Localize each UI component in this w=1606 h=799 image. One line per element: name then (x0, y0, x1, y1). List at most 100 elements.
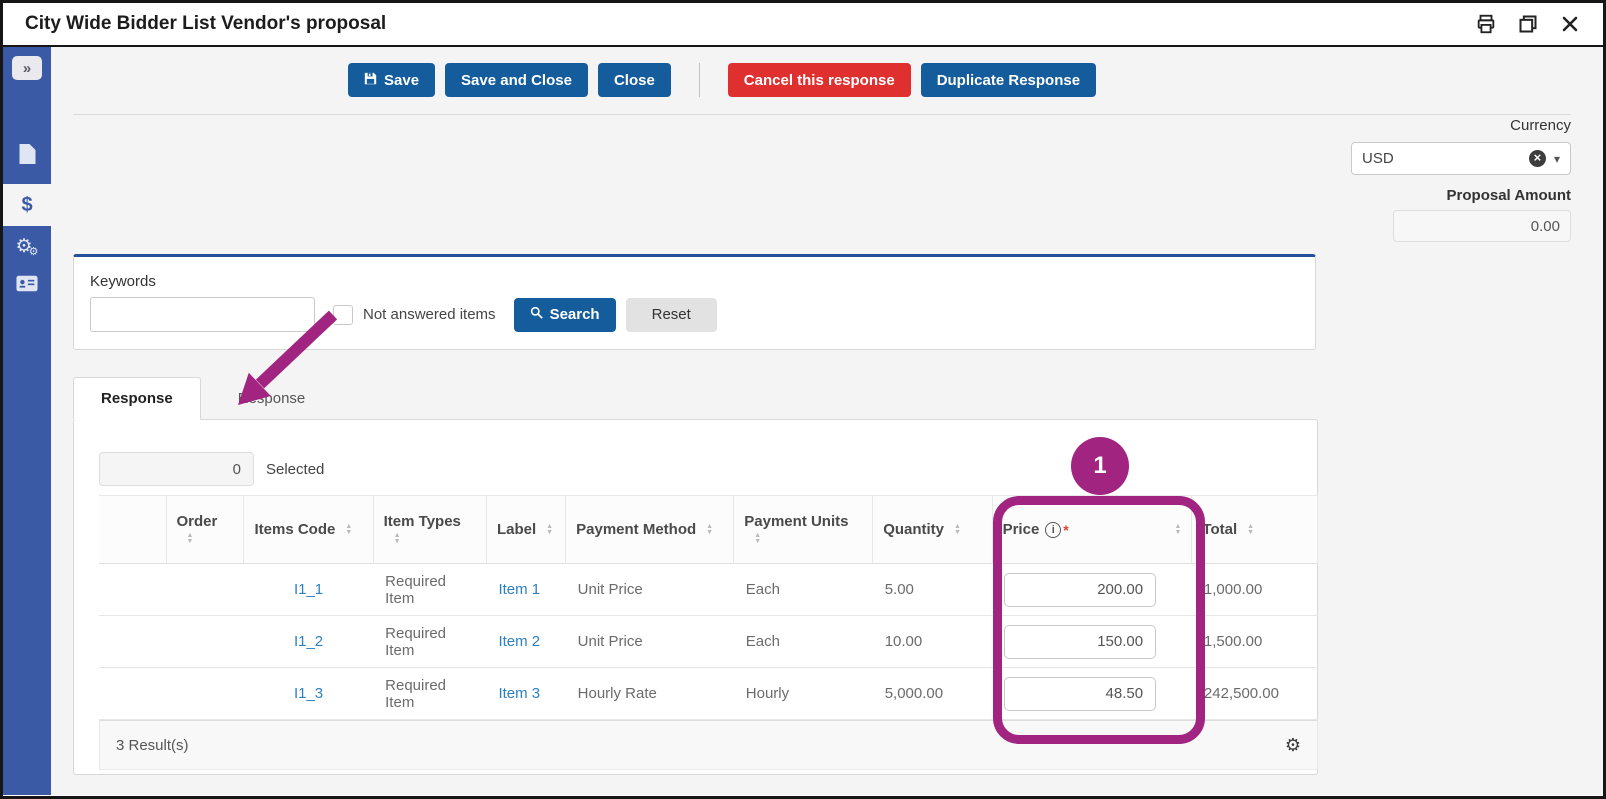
cell-price (992, 563, 1192, 616)
cell-price (992, 615, 1192, 668)
app-window: City Wide Bidder List Vendor's proposal … (0, 0, 1606, 799)
info-icon[interactable]: i (1045, 521, 1062, 538)
search-panel: Keywords Not answered items Search Reset (73, 254, 1316, 350)
col-quantity[interactable]: Quantity ▲ ▼ (872, 495, 993, 564)
cell-label: Item 2 (486, 615, 566, 668)
cell-item-type: Required Item (373, 615, 487, 668)
required-marker: * (1063, 521, 1069, 538)
currency-select[interactable]: USD × ▾ (1351, 142, 1571, 175)
duplicate-response-button[interactable]: Duplicate Response (920, 63, 1097, 97)
sort-icon[interactable]: ▲ ▼ (187, 532, 194, 545)
cell-items-code: I1_2 (243, 615, 374, 668)
sort-icon[interactable]: ▲ ▼ (754, 532, 761, 545)
sidebar-item-settings[interactable]: ⚙ ⚙ (3, 226, 51, 266)
print-icon[interactable] (1475, 13, 1497, 35)
items-table: Order ▲ ▼ Items Code ▲ ▼ Item Types ▲ ▼ Label ▲… (99, 495, 1318, 770)
price-input[interactable] (1004, 676, 1157, 711)
cell-select (99, 667, 167, 720)
restore-window-icon[interactable] (1517, 13, 1539, 35)
items-code-link[interactable]: I1_2 (294, 633, 323, 650)
sort-icon[interactable]: ▲ ▼ (1174, 523, 1181, 536)
selected-count-field[interactable] (99, 452, 254, 486)
selected-label: Selected (266, 461, 325, 478)
sort-icon[interactable]: ▲ ▼ (345, 523, 352, 536)
cell-quantity: 5,000.00 (872, 667, 993, 720)
col-price[interactable]: Price i * ▲ ▼ (991, 495, 1193, 564)
cell-quantity: 10.00 (872, 615, 993, 668)
annotation-step-badge: 1 (1071, 437, 1129, 495)
cell-item-type: Required Item (373, 667, 487, 720)
col-item-types[interactable]: Item Types ▲ ▼ (372, 495, 487, 564)
currency-label: Currency (1510, 117, 1571, 134)
col-label[interactable]: Label ▲ ▼ (485, 495, 567, 564)
cancel-response-button[interactable]: Cancel this response (727, 63, 911, 97)
cell-label: Item 1 (486, 563, 566, 616)
toolbar-divider (698, 63, 700, 97)
col-payment-units[interactable]: Payment Units ▲ ▼ (733, 495, 874, 564)
item-label-link[interactable]: Item 2 (498, 633, 540, 650)
cell-payment-method: Hourly Rate (565, 667, 734, 720)
keywords-input[interactable] (90, 297, 315, 332)
save-button[interactable]: Save (348, 63, 436, 97)
toolbar-separator (73, 114, 1571, 115)
col-total[interactable]: Total ▲ ▼ (1191, 495, 1318, 564)
price-input[interactable] (1004, 624, 1157, 659)
save-icon (364, 72, 377, 89)
search-icon (530, 306, 543, 323)
sort-icon[interactable]: ▲ ▼ (954, 523, 961, 536)
chevron-down-icon: ▾ (1553, 151, 1560, 166)
cell-total: 1,000.00 (1191, 563, 1318, 616)
tab-response-inactive[interactable]: Response (211, 377, 333, 420)
cell-payment-units: Each (733, 615, 873, 668)
col-items-code[interactable]: Items Code ▲ ▼ (243, 495, 374, 564)
items-code-link[interactable]: I1_1 (294, 581, 323, 598)
title-bar: City Wide Bidder List Vendor's proposal (3, 3, 1603, 47)
cell-label: Item 3 (486, 667, 566, 720)
sidebar-item-documents[interactable] (3, 136, 51, 176)
action-toolbar: Save Save and Close Close Cancel this re… (348, 63, 1097, 97)
table-row: I1_1 Required Item Item 1 Unit Price Eac… (99, 563, 1318, 616)
proposal-amount-field[interactable] (1393, 210, 1571, 242)
col-payment-method[interactable]: Payment Method ▲ ▼ (565, 495, 735, 564)
close-window-icon[interactable] (1559, 13, 1581, 35)
table-header-row: Order ▲ ▼ Items Code ▲ ▼ Item Types ▲ ▼ Label ▲… (99, 495, 1318, 564)
sort-icon[interactable]: ▲ ▼ (706, 523, 713, 536)
table-row: I1_2 Required Item Item 2 Unit Price Eac… (99, 615, 1318, 668)
cell-payment-units: Hourly (733, 667, 873, 720)
reset-button[interactable]: Reset (625, 297, 717, 332)
search-button[interactable]: Search (513, 297, 616, 332)
sort-icon[interactable]: ▲ ▼ (394, 532, 401, 545)
keywords-label: Keywords (90, 273, 156, 290)
cell-payment-method: Unit Price (565, 563, 734, 616)
cell-total: 1,500.00 (1191, 615, 1318, 668)
table-footer: 3 Result(s) ⚙ (99, 720, 1318, 770)
not-answered-checkbox[interactable] (333, 304, 353, 325)
table-row: I1_3 Required Item Item 3 Hourly Rate Ho… (99, 667, 1318, 720)
id-card-icon (16, 275, 38, 297)
results-count: 3 Result(s) (116, 736, 189, 754)
sidebar-expand-icon[interactable]: » (12, 56, 42, 80)
items-code-link[interactable]: I1_3 (294, 685, 323, 702)
clear-currency-icon[interactable]: × (1528, 150, 1546, 167)
cell-order (166, 667, 244, 720)
cell-select (99, 615, 167, 668)
sidebar-nav: » $ ⚙ ⚙ (3, 47, 51, 795)
save-and-close-button[interactable]: Save and Close (445, 63, 588, 97)
sort-icon[interactable]: ▲ ▼ (1247, 523, 1254, 536)
col-order[interactable]: Order ▲ ▼ (165, 495, 245, 564)
main-content: Save Save and Close Close Cancel this re… (51, 47, 1603, 795)
gears-small-icon: ⚙ (28, 245, 39, 258)
item-label-link[interactable]: Item 3 (498, 685, 540, 702)
tab-response-active[interactable]: Response (73, 377, 201, 420)
cell-quantity: 5.00 (872, 563, 993, 616)
table-settings-gear-icon[interactable]: ⚙ (1285, 735, 1301, 756)
item-label-link[interactable]: Item 1 (498, 581, 540, 598)
sidebar-item-contacts[interactable] (3, 266, 51, 306)
sort-icon[interactable]: ▲ ▼ (546, 523, 553, 536)
document-icon (18, 143, 37, 170)
price-input[interactable] (1004, 572, 1157, 607)
not-answered-label: Not answered items (363, 306, 496, 323)
cell-total: 242,500.00 (1191, 667, 1318, 720)
sidebar-item-pricing[interactable]: $ (3, 184, 51, 226)
close-button[interactable]: Close (597, 63, 671, 97)
